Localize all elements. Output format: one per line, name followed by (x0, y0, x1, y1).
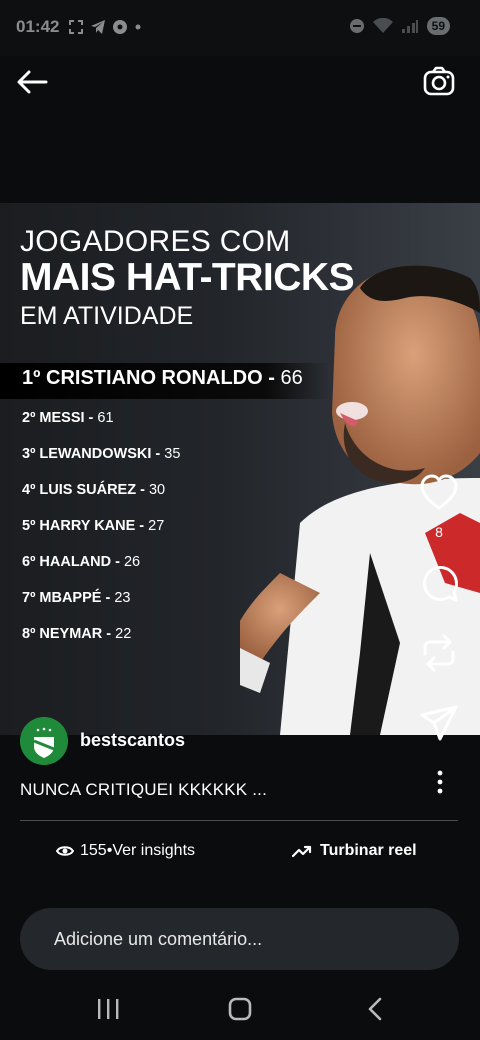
wifi-icon (372, 18, 393, 33)
rank-position: 4º (22, 482, 36, 498)
signal-icon (401, 20, 418, 33)
rank-name: LEWANDOWSKI (39, 446, 152, 462)
send-icon (420, 705, 458, 741)
ranking-row: 2º MESSI - 61 (22, 410, 114, 426)
like-count: 8 (435, 524, 443, 540)
camera-button[interactable] (422, 64, 456, 98)
comment-icon (423, 566, 458, 602)
rank-separator: - (84, 410, 98, 426)
rank-separator: - (136, 482, 149, 498)
rank-position: 8º (22, 626, 36, 642)
more-vertical-icon (437, 770, 443, 794)
comment-placeholder: Adicione um comentário... (54, 929, 263, 949)
trending-up-icon (292, 845, 312, 858)
divider (20, 820, 458, 821)
rank-position: 5º (22, 518, 36, 534)
ranking-row: 3º LEWANDOWSKI - 35 (22, 446, 180, 462)
rank-name: MBAPPÉ (39, 590, 102, 606)
rank-separator: - (102, 626, 116, 642)
status-time: 01:42 (16, 17, 60, 36)
rank-separator: - (262, 367, 281, 389)
rank-value: 66 (280, 367, 303, 389)
rank-separator: - (101, 590, 115, 606)
home-button[interactable] (222, 994, 258, 1024)
ranking-first-row: 1º CRISTIANO RONALDO - 66 (0, 363, 330, 399)
ranking-row: 4º LUIS SUÁREZ - 30 (22, 482, 165, 498)
rank-separator: - (135, 518, 149, 534)
chevron-left-icon (368, 997, 382, 1021)
rank-name: LUIS SUÁREZ (39, 482, 137, 498)
rank-name: MESSI (39, 410, 85, 426)
rank-value: 23 (114, 590, 131, 606)
ranking-first-text: 1º CRISTIANO RONALDO - 66 (22, 367, 303, 390)
rank-separator: - (111, 554, 124, 570)
boost-reel-button[interactable]: Turbinar reel (292, 842, 417, 860)
dot-icon (135, 24, 141, 30)
club-logo-image (20, 717, 68, 765)
ranking-row: 6º HAALAND - 26 (22, 554, 140, 570)
arrow-left-icon (17, 70, 48, 94)
rank-name: CRISTIANO RONALDO (46, 367, 263, 389)
rank-name: HARRY KANE (39, 518, 136, 534)
rank-position: 7º (22, 590, 36, 606)
post-author: bestscantos (20, 717, 185, 765)
reel-top-bar (0, 56, 480, 116)
rank-value: 61 (97, 410, 114, 426)
rank-value: 22 (115, 626, 132, 642)
boost-label: Turbinar reel (320, 842, 417, 859)
more-options-button[interactable] (430, 770, 450, 794)
insights-button[interactable]: 155 • Ver insights (56, 842, 195, 860)
recent-apps-icon (98, 999, 119, 1019)
rank-position: 2º (22, 410, 36, 426)
rank-value: 30 (148, 482, 166, 498)
repost-button[interactable] (418, 632, 460, 674)
rank-value: 35 (164, 446, 181, 462)
camera-icon (423, 66, 455, 96)
back-nav-button[interactable] (358, 994, 394, 1024)
share-button[interactable] (418, 702, 460, 744)
heart-icon (420, 474, 458, 510)
views-count: 155 (80, 842, 107, 859)
reel-media[interactable]: JOGADORES COM MAIS HAT-TRICKS EM ATIVIDA… (0, 203, 480, 735)
rank-position: 1º (22, 367, 41, 389)
ranking-row: 5º HARRY KANE - 27 (22, 518, 164, 534)
repost-icon (423, 634, 455, 672)
notification-icons (68, 19, 142, 35)
comment-button[interactable] (418, 562, 460, 604)
rank-separator: - (151, 446, 165, 462)
status-bar: 01:42 59 (0, 0, 480, 56)
screenshot-icon (69, 20, 83, 34)
post-title-line2: MAIS HAT-TRICKS (20, 256, 355, 299)
rank-name: HAALAND (39, 554, 112, 570)
battery-indicator: 59 (426, 17, 450, 35)
ranking-row: 8º NEYMAR - 22 (22, 626, 131, 642)
post-caption[interactable]: NUNCA CRITIQUEI KKKKKK ... (20, 780, 267, 800)
avatar[interactable] (20, 717, 68, 765)
back-button[interactable] (14, 66, 50, 98)
author-username[interactable]: bestscantos (80, 730, 185, 751)
like-button[interactable] (418, 472, 460, 514)
rank-value: 27 (148, 518, 165, 534)
ranking-row: 7º MBAPPÉ - 23 (22, 590, 130, 606)
rank-value: 26 (123, 554, 141, 570)
telegram-icon (91, 20, 105, 34)
system-nav-bar (0, 980, 480, 1040)
do-not-disturb-icon (349, 19, 364, 33)
insights-label: Ver insights (112, 842, 196, 859)
soccer-ball-icon (113, 20, 127, 34)
rank-position: 6º (22, 554, 36, 570)
system-icons: 59 (349, 17, 450, 35)
home-icon (228, 997, 252, 1021)
eye-icon (56, 846, 74, 856)
rank-position: 3º (22, 446, 36, 462)
comment-input[interactable]: Adicione um comentário... (20, 908, 459, 970)
post-title-line1: JOGADORES COM (20, 225, 291, 258)
post-title-line3: EM ATIVIDADE (20, 302, 194, 330)
rank-name: NEYMAR (39, 626, 103, 642)
recent-apps-button[interactable] (90, 994, 126, 1024)
